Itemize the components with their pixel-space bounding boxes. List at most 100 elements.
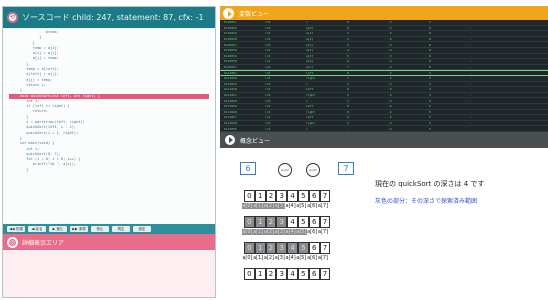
table-cell: 0x10028	[224, 37, 237, 42]
index-label: a[2]	[263, 229, 275, 235]
table-cell: 0x10020	[224, 25, 237, 30]
index-label: a[3]	[274, 229, 286, 235]
playback-control-bar: ◀◀ 先頭 ◀ 戻る ▶ 進む ▶▶ 末尾 停止 再生 設定	[3, 224, 215, 234]
table-cell: -	[470, 59, 472, 64]
control-button-4[interactable]: 停止	[91, 226, 109, 232]
control-button-3[interactable]: ▶▶ 末尾	[70, 226, 88, 232]
table-cell: 4	[429, 87, 431, 92]
play-icon[interactable]	[225, 135, 235, 145]
table-cell: 0	[429, 59, 431, 64]
index-label: a[7]	[317, 255, 329, 261]
array-cell: 7	[319, 190, 331, 202]
table-cell: -	[347, 126, 349, 131]
concept-view-canvas: 6 quick quick 7 現在の quickSort の深さは 4 です …	[220, 154, 548, 298]
index-label: a[5]	[295, 229, 307, 235]
table-cell: -	[470, 71, 472, 76]
array-cell: 2	[265, 216, 277, 228]
play-icon[interactable]	[223, 7, 234, 19]
table-cell: 0x11034	[224, 126, 237, 131]
index-label: a[6]	[307, 229, 318, 235]
table-cell: 2	[347, 120, 349, 125]
table-cell: -4	[388, 65, 392, 70]
source-panel-header: ⟲ ソースコード child: 247, statement: 87, cfx:…	[3, 7, 215, 28]
table-cell: -	[470, 31, 472, 36]
array-cell: 6	[308, 242, 320, 254]
table-cell: -	[470, 81, 472, 86]
array-cell: 0	[244, 190, 255, 202]
index-label: a[2]	[263, 203, 275, 209]
table-cell: int	[265, 126, 271, 131]
quick-circle-2: quick	[306, 163, 320, 177]
control-button-6[interactable]: 設定	[133, 226, 151, 232]
table-cell: 0x11010	[224, 76, 237, 81]
table-cell: 5	[429, 115, 431, 120]
table-cell: 0x11030	[224, 120, 237, 125]
table-cell: 0x10024	[224, 31, 237, 36]
control-button-1[interactable]: ◀ 戻る	[28, 226, 46, 232]
index-label: a[4]	[285, 255, 296, 261]
table-cell: right	[306, 120, 316, 125]
table-cell: -	[470, 120, 472, 125]
table-cell: -3	[388, 93, 392, 98]
table-cell: -	[470, 65, 472, 70]
table-cell: 0	[429, 53, 431, 58]
table-cell: 0x11020	[224, 98, 237, 103]
concept-view-title: 概念ビュー	[240, 137, 271, 145]
index-label: a[7]	[317, 229, 329, 235]
table-cell: -2	[388, 98, 392, 103]
table-cell: 0	[429, 31, 431, 36]
index-label: a[0]	[242, 203, 253, 209]
source-code-viewer[interactable]: break; } } temp = a[i]; a[i] = a[j]; a[j…	[3, 28, 215, 224]
table-row[interactable]: 0x1100c int left 0 -3 3 -	[220, 70, 548, 76]
table-cell: 0x11024	[224, 104, 237, 109]
table-cell: int	[265, 81, 271, 86]
array-cell: 5	[297, 190, 309, 202]
table-cell: right	[306, 76, 316, 81]
table-cell: -2	[388, 76, 392, 81]
table-cell: -3	[388, 81, 392, 86]
table-cell: int	[265, 37, 271, 42]
table-cell: 0	[429, 48, 431, 53]
table-cell: 4	[429, 98, 431, 103]
array-cell: 0	[244, 216, 255, 228]
table-cell: -	[470, 93, 472, 98]
table-cell: i	[306, 81, 308, 86]
table-cell: 5	[429, 120, 431, 125]
table-cell: -2	[388, 109, 392, 114]
index-label-row: a[0] a[1] a[2] a[3] a[4] a[5] a[6] a[7]	[242, 255, 337, 261]
array-cell: 7	[319, 268, 331, 280]
table-cell: -	[470, 126, 472, 131]
table-cell: -	[470, 109, 472, 114]
array-cell: 7	[319, 216, 331, 228]
table-cell: 3	[347, 81, 349, 86]
table-cell: 0x1101c	[224, 93, 237, 98]
index-label: a[0]	[242, 255, 253, 261]
table-cell: 7	[347, 76, 349, 81]
control-button-0[interactable]: ◀◀ 先頭	[7, 226, 25, 232]
index-label-row: a[0] a[1] a[2] a[3] a[4] a[5] a[6] a[7]	[242, 229, 337, 235]
table-cell: 5	[429, 104, 431, 109]
array-row: 01234567	[244, 242, 331, 254]
gray-range-message: 灰色の部分：その深さで探索済み範囲	[375, 198, 478, 205]
array-cell: 5	[297, 216, 309, 228]
source-code-panel: ⟲ ソースコード child: 247, statement: 87, cfx:…	[2, 6, 216, 298]
table-cell: int	[265, 76, 271, 81]
table-cell: int	[265, 48, 271, 53]
control-button-2[interactable]: ▶ 進む	[49, 226, 67, 232]
table-cell: 0	[347, 109, 349, 114]
table-cell: int	[265, 31, 271, 36]
index-label: a[7]	[317, 203, 329, 209]
table-cell: i	[306, 126, 308, 131]
table-cell: 0	[347, 25, 349, 30]
variables-table[interactable]: 0x1001c int i 0 -3 2-0x10020 int a[0] 0 -3 0-0x100…	[220, 20, 548, 132]
table-cell: 2	[347, 37, 349, 42]
control-button-5[interactable]: 再生	[112, 226, 130, 232]
table-cell: 2	[429, 20, 431, 25]
array-cell: 6	[308, 268, 320, 280]
concept-view-header: 概念ビュー	[220, 132, 548, 148]
table-cell: 0x1003c	[224, 65, 237, 70]
array-cell: 6	[308, 190, 320, 202]
table-cell: left	[306, 87, 314, 92]
array-cell: 2	[265, 242, 277, 254]
table-cell: 0x11018	[224, 87, 237, 92]
